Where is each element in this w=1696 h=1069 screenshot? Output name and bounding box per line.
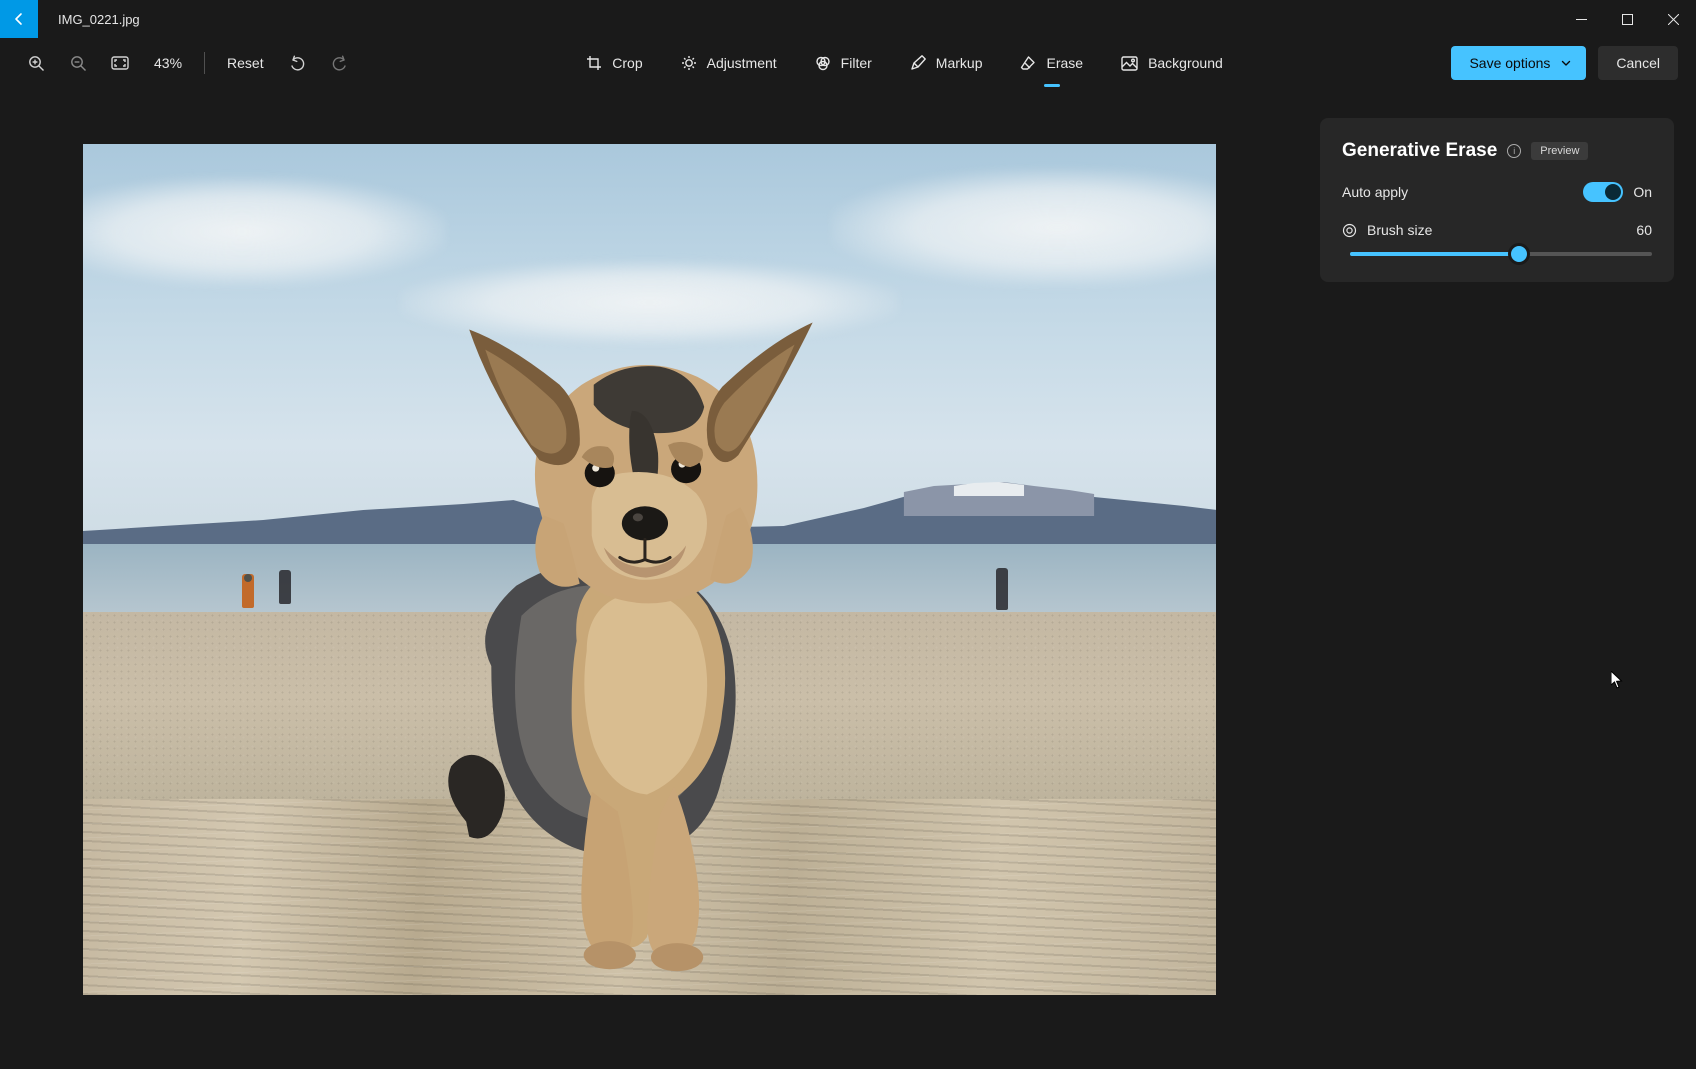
erase-panel: Generative Erase i Preview Auto apply On…: [1320, 118, 1674, 282]
photo-person: [996, 568, 1008, 610]
brush-size-label: Brush size: [1367, 222, 1432, 238]
target-icon: [1342, 223, 1357, 238]
titlebar: IMG_0221.jpg: [0, 0, 1696, 38]
brush-size-value: 60: [1636, 222, 1652, 238]
fit-to-screen-button[interactable]: [102, 45, 138, 81]
brush-size-slider[interactable]: [1342, 252, 1652, 256]
auto-apply-state: On: [1633, 184, 1652, 200]
save-label: Save options: [1469, 55, 1550, 71]
minimize-button[interactable]: [1558, 0, 1604, 38]
zoom-out-button[interactable]: [60, 45, 96, 81]
chevron-down-icon: [1560, 57, 1572, 69]
separator: [204, 52, 205, 74]
reset-button[interactable]: Reset: [217, 45, 274, 81]
tab-filter[interactable]: Filter: [815, 43, 872, 83]
tab-markup[interactable]: Markup: [910, 43, 983, 83]
side-panel-wrap: Generative Erase i Preview Auto apply On…: [1320, 88, 1696, 1069]
tab-label: Adjustment: [707, 55, 777, 71]
tab-label: Filter: [841, 55, 872, 71]
maximize-button[interactable]: [1604, 0, 1650, 38]
tab-label: Background: [1148, 55, 1223, 71]
save-options-button[interactable]: Save options: [1451, 46, 1586, 80]
zoom-percent: 43%: [144, 55, 192, 71]
image-canvas[interactable]: [83, 144, 1216, 995]
panel-title: Generative Erase: [1342, 140, 1497, 162]
zoom-in-button[interactable]: [18, 45, 54, 81]
photo-dog: [421, 314, 863, 978]
close-button[interactable]: [1650, 0, 1696, 38]
canvas-area: [0, 88, 1320, 1069]
cancel-button[interactable]: Cancel: [1598, 46, 1678, 80]
redo-button[interactable]: [322, 45, 358, 81]
tab-adjustment[interactable]: Adjustment: [681, 43, 777, 83]
auto-apply-toggle[interactable]: [1583, 182, 1623, 202]
file-title: IMG_0221.jpg: [58, 12, 140, 27]
photo-person: [279, 570, 291, 604]
tab-crop[interactable]: Crop: [586, 43, 642, 83]
tab-label: Erase: [1046, 55, 1083, 71]
toolbar: 43% Reset Crop Adjustment Filter Markup …: [0, 38, 1696, 88]
auto-apply-label: Auto apply: [1342, 184, 1408, 200]
photo-person: [242, 574, 254, 608]
tab-label: Markup: [936, 55, 983, 71]
tab-label: Crop: [612, 55, 642, 71]
tool-tabs: Crop Adjustment Filter Markup Erase Back…: [364, 43, 1446, 83]
main: Generative Erase i Preview Auto apply On…: [0, 88, 1696, 1069]
undo-button[interactable]: [280, 45, 316, 81]
tab-erase[interactable]: Erase: [1020, 43, 1083, 83]
back-button[interactable]: [0, 0, 38, 38]
preview-badge: Preview: [1531, 142, 1588, 160]
info-icon[interactable]: i: [1507, 144, 1521, 158]
tab-background[interactable]: Background: [1121, 43, 1223, 83]
